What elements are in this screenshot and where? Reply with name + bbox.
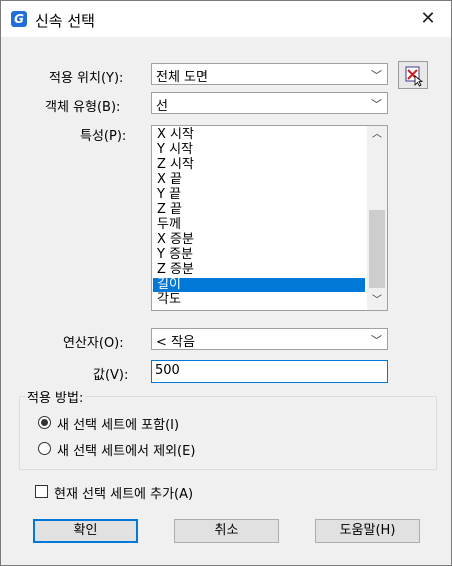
list-item[interactable]: Y 증분 [153,248,365,262]
operator-label: 연산자(O): [63,336,124,351]
scroll-up-icon[interactable]: ︿ [367,126,387,144]
operator-value: < 작음 [156,335,195,350]
scroll-down-icon[interactable]: ﹀ [367,292,387,310]
value-input-box[interactable] [151,360,388,383]
list-item[interactable]: X 끝 [153,173,365,187]
apply-to-label: 적용 위치(Y): [49,71,124,86]
list-item[interactable]: 두께 [153,218,365,232]
value-input[interactable] [155,363,375,378]
exclude-radio-label[interactable]: 새 선택 세트에서 제외(E) [57,440,195,459]
select-objects-button[interactable] [398,61,428,89]
exclude-radio[interactable] [38,442,51,455]
include-radio-label[interactable]: 새 선택 세트에 포함(I) [57,414,179,433]
object-type-label: 객체 유형(B): [45,100,121,115]
chevron-down-icon: ﹀ [371,334,382,347]
list-item[interactable]: Y 끝 [153,188,365,202]
quick-select-dialog: G 신속 선택 ✕ 적용 위치(Y): 전체 도면 ﹀ 객체 유형(B): 선 … [0,0,452,566]
window-title: 신속 선택 [35,12,95,30]
apply-to-select[interactable]: 전체 도면 ﹀ [151,63,388,85]
scrollbar-thumb[interactable] [369,210,385,288]
append-checkbox[interactable] [35,485,48,498]
ok-button[interactable]: 확인 [33,519,138,543]
value-label: 값(V): [93,368,129,383]
include-radio[interactable] [38,416,51,429]
properties-listbox[interactable]: X 시작 Y 시작 Z 시작 X 끝 Y 끝 Z 끝 두께 X 증분 Y 증분 … [151,125,388,311]
list-item[interactable]: Z 증분 [153,263,365,277]
operator-select[interactable]: < 작음 ﹀ [151,328,388,350]
how-to-apply-label: 적용 방법: [25,387,86,406]
list-item[interactable]: Z 시작 [153,158,365,172]
help-button[interactable]: 도움말(H) [315,519,420,543]
list-item[interactable]: X 시작 [153,128,365,142]
list-item[interactable]: Y 시작 [153,143,365,157]
properties-label: 특성(P): [80,129,127,144]
object-type-select[interactable]: 선 ﹀ [151,92,388,114]
list-item[interactable]: 각도 [153,293,365,307]
app-logo-icon: G [11,11,27,27]
properties-scrollbar[interactable]: ︿ ﹀ [367,126,387,310]
list-item[interactable]: X 증분 [153,233,365,247]
list-item-selected[interactable]: 길이 [153,278,365,292]
chevron-down-icon: ﹀ [371,98,382,111]
append-checkbox-label[interactable]: 현재 선택 세트에 추가(A) [54,483,193,502]
list-item[interactable]: Z 끝 [153,203,365,217]
select-objects-icon [405,66,424,87]
close-button[interactable]: ✕ [411,5,445,33]
object-type-value: 선 [156,99,168,114]
apply-to-value: 전체 도면 [156,70,208,85]
title-bar: G 신속 선택 ✕ [1,1,451,37]
chevron-down-icon: ﹀ [371,69,382,82]
cancel-button[interactable]: 취소 [174,519,279,543]
